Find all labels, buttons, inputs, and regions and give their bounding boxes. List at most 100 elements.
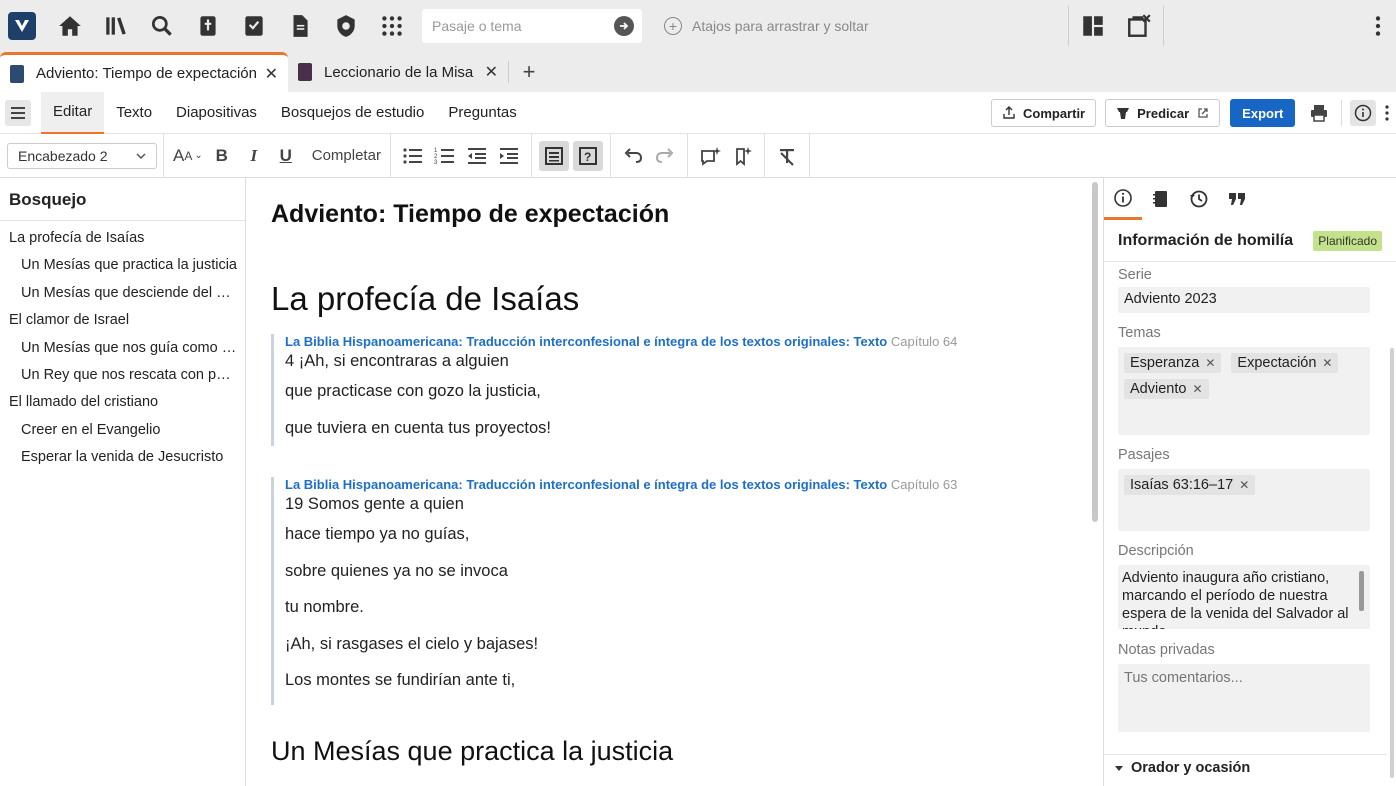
bold-icon[interactable]: B: [207, 141, 237, 171]
document-title[interactable]: Adviento: Tiempo de expectación: [271, 200, 669, 229]
history-tab-icon[interactable]: [1180, 178, 1218, 220]
quote-source-title[interactable]: La Biblia Hispanoamericana: Traducción i…: [285, 477, 887, 492]
orador-section-toggle[interactable]: Orador y ocasión: [1114, 760, 1250, 776]
outline-item[interactable]: El clamor de Israel: [0, 307, 245, 334]
temas-field[interactable]: Esperanza ✕ Expectación ✕ Adviento ✕: [1118, 347, 1370, 435]
preach-button[interactable]: Predicar: [1105, 99, 1221, 127]
descripcion-field[interactable]: Adviento inaugura año cristiano, marcand…: [1118, 565, 1370, 629]
quote-line[interactable]: Los montes se fundirían ante ti,: [285, 662, 991, 705]
menu-diapositivas[interactable]: Diapositivas: [164, 92, 269, 134]
ai-comment-icon[interactable]: [695, 141, 725, 171]
remove-tag-icon[interactable]: ✕: [1205, 356, 1215, 370]
info-icon[interactable]: [1350, 100, 1377, 126]
library-icon[interactable]: [96, 6, 136, 46]
outline-item[interactable]: Un Rey que nos rescata con poder: [0, 362, 245, 389]
tag-label: Adviento: [1130, 381, 1187, 397]
checklist-icon[interactable]: [234, 6, 274, 46]
close-icon[interactable]: ✕: [485, 62, 498, 82]
search-icon[interactable]: [142, 6, 182, 46]
more-vertical-icon[interactable]: [1382, 101, 1392, 125]
indent-icon[interactable]: [494, 141, 524, 171]
remove-tag-icon[interactable]: ✕: [1322, 356, 1332, 370]
heading-2[interactable]: Un Mesías que practica la justicia: [271, 736, 673, 767]
quote-source-title[interactable]: La Biblia Hispanoamericana: Traducción i…: [285, 334, 887, 349]
tag-chip: Esperanza ✕: [1124, 353, 1222, 373]
status-badge[interactable]: Planificado: [1313, 230, 1382, 251]
document-editor[interactable]: Adviento: Tiempo de expectación La profe…: [247, 178, 1103, 786]
passage-search-box[interactable]: [422, 9, 642, 43]
ai-bookmark-icon[interactable]: [727, 141, 757, 171]
quote-line[interactable]: sobre quienes ya no se invoca: [285, 553, 991, 590]
undo-icon[interactable]: [618, 141, 648, 171]
share-button[interactable]: Compartir: [991, 99, 1097, 127]
description-scrollbar[interactable]: [1359, 571, 1364, 611]
quote-source[interactable]: La Biblia Hispanoamericana: Traducción i…: [285, 334, 991, 349]
quote-line[interactable]: hace tiempo ya no guías,: [285, 516, 991, 553]
quote-line[interactable]: 19 Somos gente a quien: [285, 492, 991, 516]
arrow-right-icon[interactable]: [614, 16, 634, 36]
add-tab-button[interactable]: +: [509, 52, 549, 92]
bible-icon[interactable]: [188, 6, 228, 46]
complete-button[interactable]: Completar: [310, 141, 383, 171]
apps-grid-icon[interactable]: [372, 6, 412, 46]
scripture-quote[interactable]: La Biblia Hispanoamericana: Traducción i…: [271, 334, 991, 446]
scripture-quote[interactable]: La Biblia Hispanoamericana: Traducción i…: [271, 477, 991, 705]
divider: [389, 133, 391, 178]
outdent-icon[interactable]: [462, 141, 492, 171]
outline-item[interactable]: Un Mesías que practica la justicia: [0, 252, 245, 279]
info-tab-icon[interactable]: [1104, 178, 1142, 220]
tab-adviento[interactable]: Adviento: Tiempo de expectación ✕: [0, 52, 288, 92]
clear-formatting-icon[interactable]: [772, 141, 802, 171]
shield-icon[interactable]: [326, 6, 366, 46]
notebook-tab-icon[interactable]: [1142, 178, 1180, 220]
menu-editar[interactable]: Editar: [41, 91, 105, 134]
export-button[interactable]: Export: [1230, 99, 1296, 127]
home-icon[interactable]: [50, 6, 90, 46]
print-icon[interactable]: [1307, 101, 1331, 125]
close-panels-icon[interactable]: [1119, 6, 1159, 46]
passage-search-input[interactable]: [432, 18, 614, 34]
quote-source[interactable]: La Biblia Hispanoamericana: Traducción i…: [285, 477, 991, 492]
tab-leccionario[interactable]: Leccionario de la Misa ✕: [288, 52, 508, 92]
more-vertical-icon[interactable]: [1358, 6, 1396, 46]
quote-line[interactable]: que tuviera en cuenta tus proyectos!: [285, 410, 991, 447]
menu-bosquejos[interactable]: Bosquejos de estudio: [269, 92, 436, 134]
outline-item[interactable]: La profecía de Isaías: [0, 225, 245, 252]
hamburger-menu-icon[interactable]: [5, 99, 31, 126]
outline-item[interactable]: Creer en el Evangelio: [0, 417, 245, 444]
panel-scrollbar[interactable]: [1390, 348, 1394, 778]
font-size-icon[interactable]: A A ⌄: [171, 141, 205, 171]
drag-drop-shortcuts[interactable]: + Atajos para arrastrar y soltar: [664, 17, 869, 35]
quote-line[interactable]: que practicase con gozo la justicia,: [285, 373, 991, 410]
menu-texto[interactable]: Texto: [104, 92, 164, 134]
block-quote-icon[interactable]: [538, 140, 569, 171]
logos-logo[interactable]: [8, 12, 36, 40]
redo-icon[interactable]: [650, 141, 680, 171]
private-notes-input[interactable]: [1118, 664, 1370, 732]
remove-tag-icon[interactable]: ✕: [1192, 382, 1202, 396]
heading-1[interactable]: La profecía de Isaías: [271, 280, 579, 318]
menu-preguntas[interactable]: Preguntas: [436, 92, 528, 134]
italic-icon[interactable]: I: [239, 141, 269, 171]
outline-item[interactable]: Un Mesías que nos guía como pastor: [0, 335, 245, 362]
outline-item[interactable]: El llamado del cristiano: [0, 389, 245, 416]
outline-item[interactable]: Un Mesías que desciende del cielo: [0, 280, 245, 307]
quote-line[interactable]: 4 ¡Ah, si encontraras a alguien: [285, 349, 991, 373]
quote-tab-icon[interactable]: [1218, 178, 1256, 220]
numbered-list-icon[interactable]: 123: [430, 141, 460, 171]
caret-down-icon: [1115, 766, 1123, 771]
outline-item[interactable]: Esperar la venida de Jesucristo: [0, 444, 245, 471]
close-icon[interactable]: ✕: [265, 64, 278, 84]
remove-tag-icon[interactable]: ✕: [1239, 478, 1249, 492]
quote-line[interactable]: ¡Ah, si rasgases el cielo y bajases!: [285, 626, 991, 663]
underline-icon[interactable]: U: [271, 141, 301, 171]
document-scrollbar[interactable]: [1092, 182, 1098, 522]
bullet-list-icon[interactable]: [398, 141, 428, 171]
pasajes-field[interactable]: Isaías 63:16–17 ✕: [1118, 469, 1370, 531]
quote-line[interactable]: tu nombre.: [285, 589, 991, 626]
serie-field[interactable]: Adviento 2023: [1118, 287, 1370, 313]
question-box-icon[interactable]: ?: [572, 140, 603, 171]
document-icon[interactable]: [280, 6, 320, 46]
paragraph-style-select[interactable]: Encabezado 2: [7, 142, 157, 169]
layout-icon[interactable]: [1073, 6, 1113, 46]
